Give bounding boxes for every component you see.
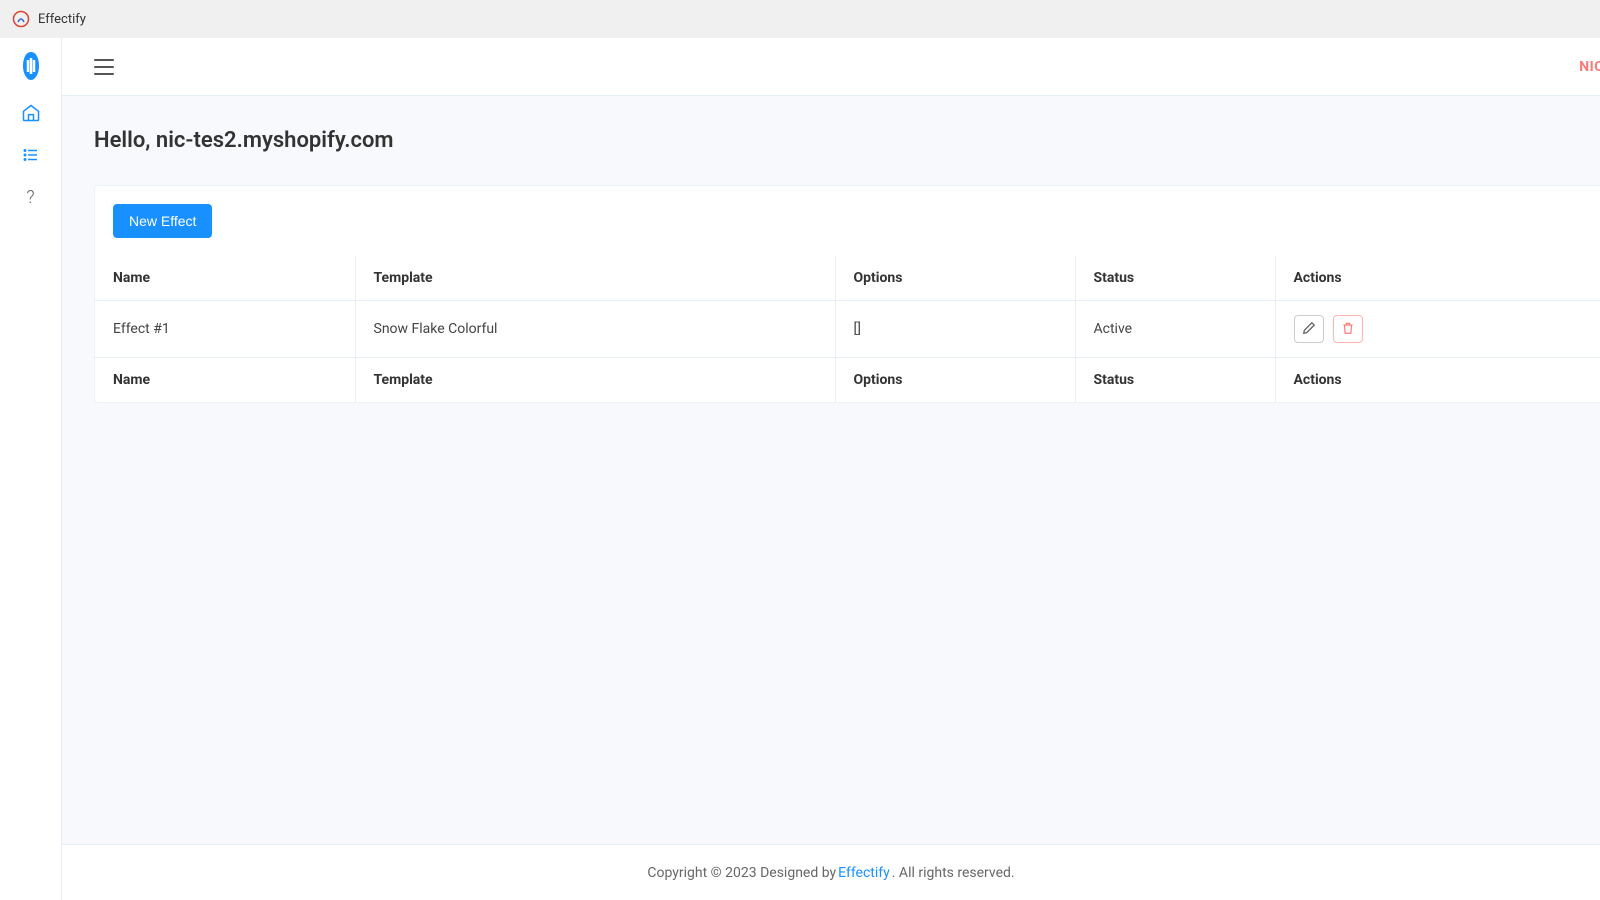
th-options: Options (835, 256, 1075, 301)
sidebar: ? (0, 38, 62, 900)
topbar: NIC-TES2.MYSHOPIFY.COM (62, 38, 1600, 96)
app-name: Effectify (38, 12, 86, 27)
cell-options: [] (835, 301, 1075, 358)
cell-template: Snow Flake Colorful (355, 301, 835, 358)
delete-button[interactable] (1333, 315, 1363, 343)
th-name: Name (95, 256, 355, 301)
footer-prefix: Copyright © 2023 Designed by (647, 865, 836, 881)
tf-template: Template (355, 358, 835, 403)
tf-actions: Actions (1275, 358, 1600, 403)
menu-toggle-button[interactable] (94, 59, 114, 75)
cell-name: Effect #1 (95, 301, 355, 358)
window-titlebar: Effectify (0, 0, 1600, 38)
sidebar-logo (15, 50, 47, 82)
cell-actions (1275, 301, 1600, 358)
cell-status: Active (1075, 301, 1275, 358)
th-template: Template (355, 256, 835, 301)
footer-suffix: . All rights reserved. (892, 865, 1015, 881)
trash-icon (1341, 321, 1355, 338)
new-effect-button[interactable]: New Effect (113, 204, 212, 238)
sidebar-item-list[interactable] (20, 144, 42, 166)
tf-options: Options (835, 358, 1075, 403)
effects-table: Name Template Options Status Actions Eff… (95, 256, 1600, 402)
sidebar-item-home[interactable] (20, 102, 42, 124)
page-title: Hello, nic-tes2.myshopify.com (94, 128, 1568, 153)
edit-button[interactable] (1294, 315, 1324, 343)
th-status: Status (1075, 256, 1275, 301)
footer-brand-link[interactable]: Effectify (838, 865, 890, 881)
tf-name: Name (95, 358, 355, 403)
footer: Copyright © 2023 Designed by Effectify .… (62, 844, 1600, 900)
pencil-icon (1302, 321, 1316, 338)
effects-card: New Effect Name Template Options Status … (94, 185, 1600, 403)
tf-status: Status (1075, 358, 1275, 403)
th-actions: Actions (1275, 256, 1600, 301)
table-row: Effect #1 Snow Flake Colorful [] Active (95, 301, 1600, 358)
sidebar-item-help[interactable]: ? (20, 186, 42, 208)
app-icon (12, 10, 30, 28)
store-name-label: NIC-TES2.MYSHOPIFY.COM (1579, 59, 1600, 75)
